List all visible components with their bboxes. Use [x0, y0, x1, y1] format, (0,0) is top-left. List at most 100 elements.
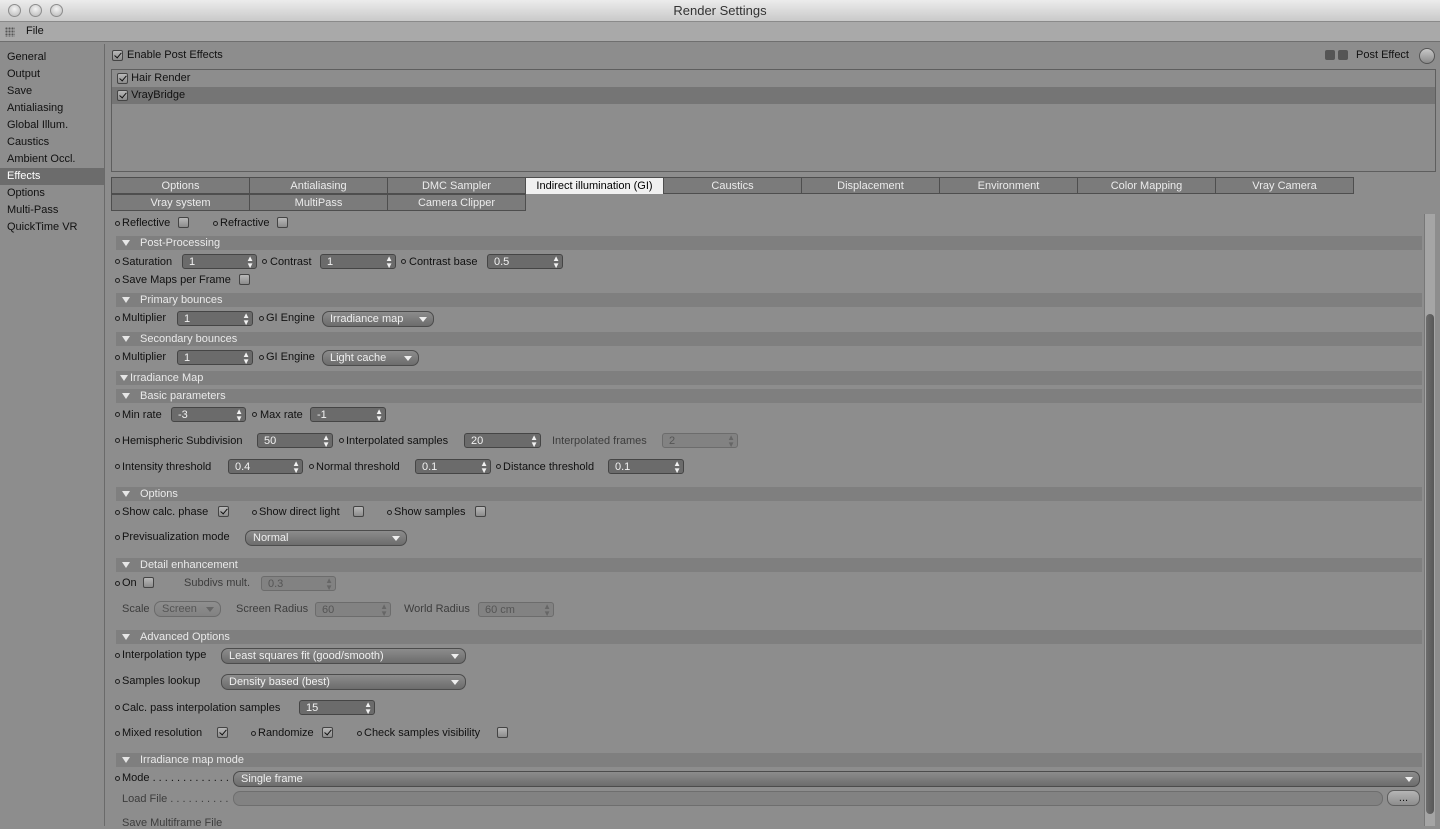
close-window-button[interactable] — [8, 4, 21, 17]
max-rate-field[interactable]: -1 ▲ ▼ — [310, 407, 386, 422]
vraybridge-checkbox[interactable] — [117, 89, 128, 101]
hemispheric-subdivision-field[interactable]: 50 ▲ ▼ — [257, 433, 333, 448]
move-down-icon[interactable] — [1338, 50, 1348, 60]
stepper-icon[interactable]: ▲ ▼ — [322, 434, 330, 447]
stepper-icon[interactable]: ▲ ▼ — [235, 408, 243, 421]
section-post-processing[interactable]: Post-Processing — [116, 236, 1422, 250]
hair-render-checkbox[interactable] — [117, 72, 128, 84]
interpolated-samples-field[interactable]: 20 ▲ ▼ — [464, 433, 541, 448]
show-calc-phase-checkbox[interactable] — [218, 506, 229, 517]
saturation-field[interactable]: 1 ▲ ▼ — [182, 254, 257, 269]
list-item[interactable]: Hair Render — [112, 70, 1435, 87]
animate-dot-icon — [115, 653, 120, 658]
sidebar-item-global-illum[interactable]: Global Illum. — [0, 117, 104, 134]
enable-post-effects-checkbox[interactable] — [112, 50, 123, 61]
tab-vray-camera[interactable]: Vray Camera — [1215, 177, 1354, 194]
tab-options[interactable]: Options — [111, 177, 250, 194]
section-irradiance-map[interactable]: Irradiance Map — [116, 371, 1422, 385]
sidebar-item-general[interactable]: General — [0, 49, 104, 66]
reflective-checkbox[interactable] — [178, 217, 189, 228]
tab-multipass[interactable]: MultiPass — [249, 194, 388, 211]
show-samples-checkbox[interactable] — [475, 506, 486, 517]
menu-file[interactable]: File — [26, 25, 44, 37]
animate-dot-icon — [252, 412, 257, 417]
section-secondary-bounces[interactable]: Secondary bounces — [116, 332, 1422, 346]
animate-dot-icon — [496, 464, 501, 469]
tab-environment[interactable]: Environment — [939, 177, 1078, 194]
section-advanced-options[interactable]: Advanced Options — [116, 630, 1422, 644]
previsualization-mode-dropdown[interactable]: Normal — [245, 530, 407, 546]
section-primary-bounces[interactable]: Primary bounces — [116, 293, 1422, 307]
minimize-window-button[interactable] — [29, 4, 42, 17]
sidebar-item-save[interactable]: Save — [0, 83, 104, 100]
sidebar-item-effects[interactable]: Effects — [0, 168, 104, 185]
tab-dmc-sampler[interactable]: DMC Sampler — [387, 177, 526, 194]
secondary-gi-engine-label: GI Engine — [266, 351, 315, 363]
section-basic-parameters[interactable]: Basic parameters — [116, 389, 1422, 403]
stepper-icon[interactable]: ▲ ▼ — [480, 460, 488, 473]
tab-vray-system[interactable]: Vray system — [111, 194, 250, 211]
stepper-icon[interactable]: ▲ ▼ — [242, 351, 250, 364]
sidebar-item-output[interactable]: Output — [0, 66, 104, 83]
sidebar-item-options[interactable]: Options — [0, 185, 104, 202]
collapse-icon — [122, 491, 130, 497]
intensity-threshold-field[interactable]: 0.4 ▲ ▼ — [228, 459, 303, 474]
tab-caustics[interactable]: Caustics — [663, 177, 802, 194]
tab-displacement[interactable]: Displacement — [801, 177, 940, 194]
stepper-icon[interactable]: ▲ ▼ — [292, 460, 300, 473]
show-direct-light-checkbox[interactable] — [353, 506, 364, 517]
stepper-icon[interactable]: ▲ ▼ — [673, 460, 681, 473]
vertical-scrollbar[interactable] — [1424, 214, 1435, 826]
stepper-icon[interactable]: ▲ ▼ — [246, 255, 254, 268]
stepper-icon[interactable]: ▲ ▼ — [385, 255, 393, 268]
intensity-threshold-label: Intensity threshold — [122, 461, 212, 473]
tab-camera-clipper[interactable]: Camera Clipper — [387, 194, 526, 211]
distance-threshold-field[interactable]: 0.1 ▲ ▼ — [608, 459, 684, 474]
samples-lookup-dropdown[interactable]: Density based (best) — [221, 674, 466, 690]
stepper-icon[interactable]: ▲ ▼ — [530, 434, 538, 447]
randomize-checkbox[interactable] — [322, 727, 333, 738]
animate-dot-icon — [115, 278, 120, 283]
mode-dropdown[interactable]: Single frame — [233, 771, 1420, 787]
detail-on-checkbox[interactable] — [143, 577, 154, 588]
scrollbar-thumb[interactable] — [1426, 314, 1434, 814]
normal-threshold-field[interactable]: 0.1 ▲ ▼ — [415, 459, 491, 474]
move-up-icon[interactable] — [1325, 50, 1335, 60]
contrast-field[interactable]: 1 ▲ ▼ — [320, 254, 396, 269]
save-maps-checkbox[interactable] — [239, 274, 250, 285]
post-effect-menu-button[interactable] — [1419, 48, 1435, 64]
secondary-gi-engine-dropdown[interactable]: Light cache — [322, 350, 419, 366]
sidebar-item-antialiasing[interactable]: Antialiasing — [0, 100, 104, 117]
check-samples-visibility-checkbox[interactable] — [497, 727, 508, 738]
list-item[interactable]: VrayBridge — [112, 87, 1435, 104]
load-file-browse-button[interactable]: ... — [1387, 790, 1420, 806]
stepper-icon[interactable]: ▲ ▼ — [552, 255, 560, 268]
sidebar-item-caustics[interactable]: Caustics — [0, 134, 104, 151]
world-radius-field: 60 cm ▲ ▼ — [478, 602, 554, 617]
zoom-window-button[interactable] — [50, 4, 63, 17]
tab-antialiasing[interactable]: Antialiasing — [249, 177, 388, 194]
section-detail-enhancement[interactable]: Detail enhancement — [116, 558, 1422, 572]
animate-dot-icon — [115, 259, 120, 264]
primary-multiplier-field[interactable]: 1 ▲ ▼ — [177, 311, 253, 326]
refractive-checkbox[interactable] — [277, 217, 288, 228]
section-options[interactable]: Options — [116, 487, 1422, 501]
animate-dot-icon — [357, 731, 362, 736]
calc-pass-samples-field[interactable]: 15 ▲ ▼ — [299, 700, 375, 715]
section-irradiance-map-mode[interactable]: Irradiance map mode — [116, 753, 1422, 767]
tab-indirect-illumination[interactable]: Indirect illumination (GI) — [525, 177, 664, 194]
interpolation-type-dropdown[interactable]: Least squares fit (good/smooth) — [221, 648, 466, 664]
sidebar-item-multi-pass[interactable]: Multi-Pass — [0, 202, 104, 219]
contrast-base-field[interactable]: 0.5 ▲ ▼ — [487, 254, 563, 269]
sidebar-item-quicktime-vr[interactable]: QuickTime VR — [0, 219, 104, 236]
min-rate-field[interactable]: -3 ▲ ▼ — [171, 407, 246, 422]
sidebar-item-ambient-occl[interactable]: Ambient Occl. — [0, 151, 104, 168]
primary-gi-engine-dropdown[interactable]: Irradiance map — [322, 311, 434, 327]
stepper-icon[interactable]: ▲ ▼ — [375, 408, 383, 421]
tab-color-mapping[interactable]: Color Mapping — [1077, 177, 1216, 194]
mixed-resolution-checkbox[interactable] — [217, 727, 228, 738]
chevron-down-icon — [451, 680, 459, 685]
stepper-icon[interactable]: ▲ ▼ — [242, 312, 250, 325]
stepper-icon[interactable]: ▲ ▼ — [364, 701, 372, 714]
secondary-multiplier-field[interactable]: 1 ▲ ▼ — [177, 350, 253, 365]
